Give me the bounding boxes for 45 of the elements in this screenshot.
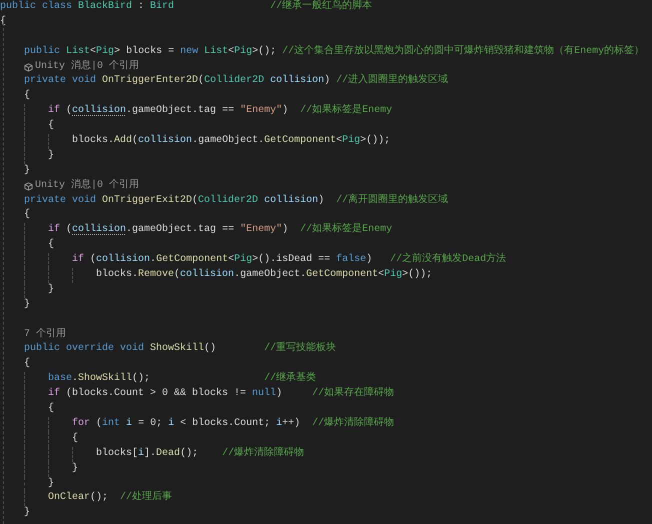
code-line: if (collision.gameObject.tag == "Enemy") (48, 104, 290, 118)
codelens-reference-count[interactable]: 7 个引用 (24, 328, 66, 342)
code-line: } (48, 282, 54, 297)
code-line: } (24, 164, 30, 178)
code-comment: //之前没有触发Dead方法 (390, 253, 506, 268)
code-line: } (48, 476, 54, 490)
code-line: } (24, 506, 30, 520)
code-comment: //如果存在障碍物 (312, 387, 394, 402)
code-line: private void OnTriggerEnter2D(Collider2D collision) (24, 74, 332, 88)
code-line: if (collision.gameObject.tag == "Enemy") (48, 223, 290, 238)
codelens-reference-count[interactable]: Unity 消息|0 个引用 (35, 178, 140, 194)
code-line: { (24, 208, 30, 222)
code-line: public override void ShowSkill() (24, 342, 218, 356)
code-comment: //重写技能板块 (264, 342, 336, 356)
code-line: { (48, 402, 54, 416)
code-comment: //这个集合里存放以黑炮为圆心的圆中可爆炸销毁猪和建筑物（有Enemy的标签） (282, 44, 644, 59)
code-line: } (24, 298, 30, 312)
code-comment: //如果标签是Enemy (300, 223, 392, 238)
code-line: public List<Pig> blocks = new List<Pig>(); (24, 44, 278, 59)
code-line: blocks.Add(collision.gameObject.GetComponent<Pig>()); (72, 134, 390, 148)
code-comment: //爆炸清除障碍物 (222, 446, 304, 461)
code-line: if (blocks.Count > 0 && blocks != null) (48, 387, 284, 402)
code-comment: //进入圆圈里的触发区域 (336, 74, 448, 88)
code-line: blocks.Remove(collision.gameObject.GetComponent<Pig>()); (96, 268, 432, 282)
code-line: { (48, 119, 54, 134)
code-line: public class BlackBird : Bird (0, 0, 176, 14)
code-line: private void OnTriggerExit2D(Collider2D collision) (24, 194, 326, 208)
code-line: { (48, 238, 54, 252)
code-line: base.ShowSkill(); (48, 372, 152, 386)
code-line: for (int i = 0; i < blocks.Count; i++) (72, 416, 302, 431)
codelens-reference-count[interactable]: Unity 消息|0 个引用 (35, 60, 140, 74)
code-comment: //爆炸清除障碍物 (312, 416, 394, 431)
code-line: } (48, 148, 54, 163)
code-comment: //继承基类 (264, 372, 316, 386)
code-comment: //继承一般红鸟的脚本 (270, 0, 372, 14)
code-line: } (72, 462, 78, 476)
code-line: OnClear(); (48, 491, 110, 506)
code-line: if (collision.GetComponent<Pig>().isDead == false) (72, 253, 374, 268)
code-line: { (24, 89, 30, 104)
code-line: { (24, 357, 30, 372)
code-comment: //如果标签是Enemy (300, 104, 392, 118)
code-comment: //处理后事 (120, 491, 172, 506)
code-line: { (72, 432, 78, 446)
code-line: blocks[i].Dead(); (96, 446, 200, 461)
code-comment: //离开圆圈里的触发区域 (336, 194, 448, 208)
